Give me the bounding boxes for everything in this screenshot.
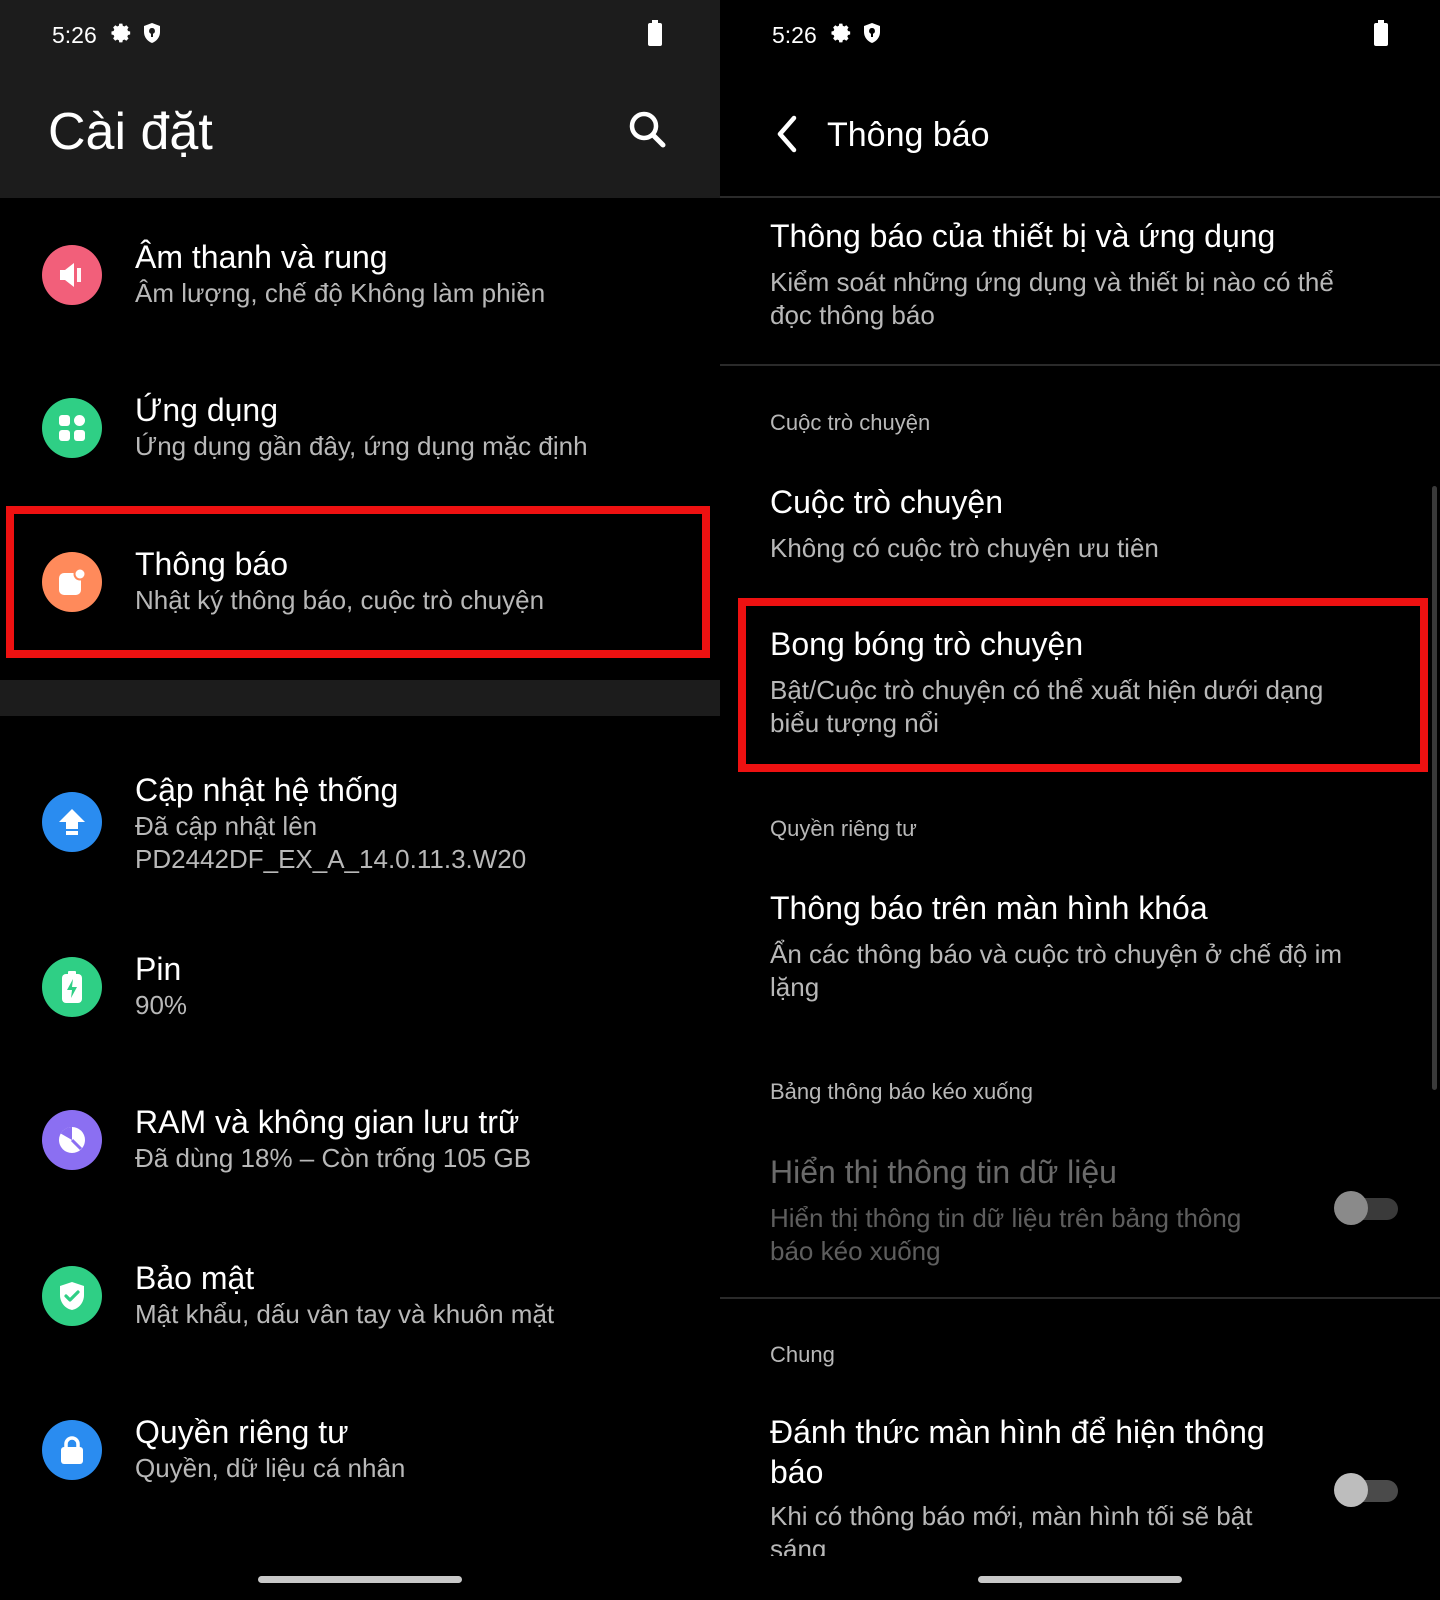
divider bbox=[720, 1297, 1440, 1299]
category-conversation: Cuộc trò chuyện bbox=[770, 410, 931, 435]
settings-item-privacy[interactable]: Quyền riêng tư Quyền, dữ liệu cá nhân bbox=[0, 1398, 720, 1528]
back-arrow-icon bbox=[777, 115, 797, 153]
settings-item-security[interactable]: Bảo mật Mật khẩu, dấu vân tay và khuôn m… bbox=[0, 1244, 720, 1374]
settings-item-sound[interactable]: Âm thanh và rung Âm lượng, chế độ Không … bbox=[0, 215, 720, 355]
shield-status-icon bbox=[144, 23, 160, 43]
toggle-knob bbox=[1334, 1473, 1368, 1507]
settings-item-subtitle: Đã cập nhật lên PD2442DF_EX_A_14.0.11.3.… bbox=[135, 811, 527, 874]
settings-item-subtitle: 90% bbox=[135, 990, 188, 1020]
item-subtitle: Khi có thông báo mới, màn hình tối sẽ bậ… bbox=[770, 1501, 1253, 1556]
data-info-toggle[interactable] bbox=[1334, 1191, 1398, 1225]
status-time: 5:26 bbox=[772, 22, 817, 48]
settings-screen: 5:26 Cài đặt Âm thanh và rung Âm lượng, … bbox=[0, 0, 720, 1600]
category-privacy: Quyền riêng tư bbox=[770, 816, 917, 841]
settings-item-battery[interactable]: Pin 90% bbox=[0, 935, 720, 1065]
settings-item-subtitle: Âm lượng, chế độ Không làm phiền bbox=[135, 278, 546, 308]
notifications-header bbox=[720, 0, 1440, 198]
section-separator bbox=[0, 680, 720, 716]
data-info-item[interactable]: Hiển thị thông tin dữ liệu Hiển thị thôn… bbox=[720, 1140, 1440, 1290]
divider bbox=[720, 364, 1440, 366]
settings-item-title: Cập nhật hệ thống bbox=[135, 772, 399, 808]
apps-grid-icon bbox=[42, 398, 102, 458]
item-title: Hiển thị thông tin dữ liệu bbox=[770, 1154, 1117, 1190]
search-icon bbox=[629, 111, 666, 148]
settings-gear-status-icon bbox=[111, 23, 131, 43]
highlight-box bbox=[6, 506, 710, 658]
settings-header bbox=[0, 0, 720, 198]
privacy-lock-icon bbox=[42, 1420, 102, 1480]
battery-icon bbox=[42, 957, 102, 1017]
home-indicator[interactable] bbox=[978, 1576, 1182, 1583]
back-button[interactable] bbox=[770, 112, 806, 156]
item-title: Thông báo của thiết bị và ứng dụng bbox=[770, 218, 1276, 254]
item-subtitle: Hiển thị thông tin dữ liệu trên bảng thô… bbox=[770, 1203, 1242, 1266]
search-button[interactable] bbox=[626, 108, 674, 156]
lockscreen-notifications-item[interactable]: Thông báo trên màn hình khóa Ẩn các thôn… bbox=[720, 876, 1440, 1026]
battery-status-icon bbox=[648, 20, 662, 46]
device-app-notifications-item[interactable]: Thông báo của thiết bị và ứng dụng Kiểm … bbox=[720, 200, 1440, 364]
storage-icon bbox=[42, 1110, 102, 1170]
item-subtitle: Không có cuộc trò chuyện ưu tiên bbox=[770, 533, 1159, 563]
item-title: Đánh thức màn hình để hiện thông báo bbox=[770, 1414, 1265, 1490]
settings-item-title: RAM và không gian lưu trữ bbox=[135, 1104, 520, 1140]
conversations-item[interactable]: Cuộc trò chuyện Không có cuộc trò chuyện… bbox=[720, 470, 1440, 580]
update-icon bbox=[42, 792, 102, 852]
item-title: Thông báo trên màn hình khóa bbox=[770, 890, 1208, 926]
page-title: Thông báo bbox=[827, 116, 990, 154]
settings-item-title: Ứng dụng bbox=[135, 392, 278, 428]
battery-status-icon bbox=[1374, 20, 1388, 46]
toggle-knob bbox=[1334, 1191, 1368, 1225]
divider bbox=[720, 196, 1440, 198]
settings-item-subtitle: Quyền, dữ liệu cá nhân bbox=[135, 1453, 406, 1483]
item-title: Cuộc trò chuyện bbox=[770, 484, 1004, 520]
settings-item-title: Quyền riêng tư bbox=[135, 1414, 349, 1450]
settings-item-subtitle: Mật khẩu, dấu vân tay và khuôn mặt bbox=[135, 1299, 555, 1329]
settings-item-title: Pin bbox=[135, 951, 182, 987]
home-indicator[interactable] bbox=[258, 1576, 462, 1583]
category-notification-shade: Bảng thông báo kéo xuống bbox=[770, 1079, 1034, 1104]
highlight-box bbox=[738, 598, 1428, 772]
page-title: Cài đặt bbox=[48, 103, 213, 161]
status-time: 5:26 bbox=[52, 22, 97, 48]
settings-item-storage[interactable]: RAM và không gian lưu trữ Đã dùng 18% – … bbox=[0, 1090, 720, 1220]
settings-gear-status-icon bbox=[831, 23, 851, 43]
notifications-screen: 5:26 Thông báo Thông báo của thiết bị và… bbox=[720, 0, 1440, 1600]
wake-screen-toggle[interactable] bbox=[1334, 1473, 1398, 1507]
settings-item-subtitle: Đã dùng 18% – Còn trống 105 GB bbox=[135, 1143, 532, 1173]
shield-status-icon bbox=[864, 23, 880, 43]
settings-item-system-update[interactable]: Cập nhật hệ thống Đã cập nhật lên PD2442… bbox=[0, 752, 720, 902]
scrollbar[interactable] bbox=[1432, 486, 1437, 1090]
item-subtitle: Ẩn các thông báo và cuộc trò chuyện ở ch… bbox=[770, 939, 1343, 1002]
item-subtitle: Kiểm soát những ứng dụng và thiết bị nào… bbox=[770, 267, 1334, 330]
security-shield-icon bbox=[42, 1266, 102, 1326]
settings-item-title: Bảo mật bbox=[135, 1260, 255, 1296]
speaker-icon bbox=[42, 245, 102, 305]
category-general: Chung bbox=[770, 1342, 835, 1367]
wake-screen-item[interactable]: Đánh thức màn hình để hiện thông báo Khi… bbox=[720, 1400, 1440, 1556]
settings-item-apps[interactable]: Ứng dụng Ứng dụng gần đây, ứng dụng mặc … bbox=[0, 368, 720, 508]
settings-item-title: Âm thanh và rung bbox=[135, 239, 388, 275]
settings-item-subtitle: Ứng dụng gần đây, ứng dụng mặc định bbox=[135, 431, 588, 461]
status-icons bbox=[830, 22, 882, 44]
status-icons bbox=[110, 22, 162, 44]
